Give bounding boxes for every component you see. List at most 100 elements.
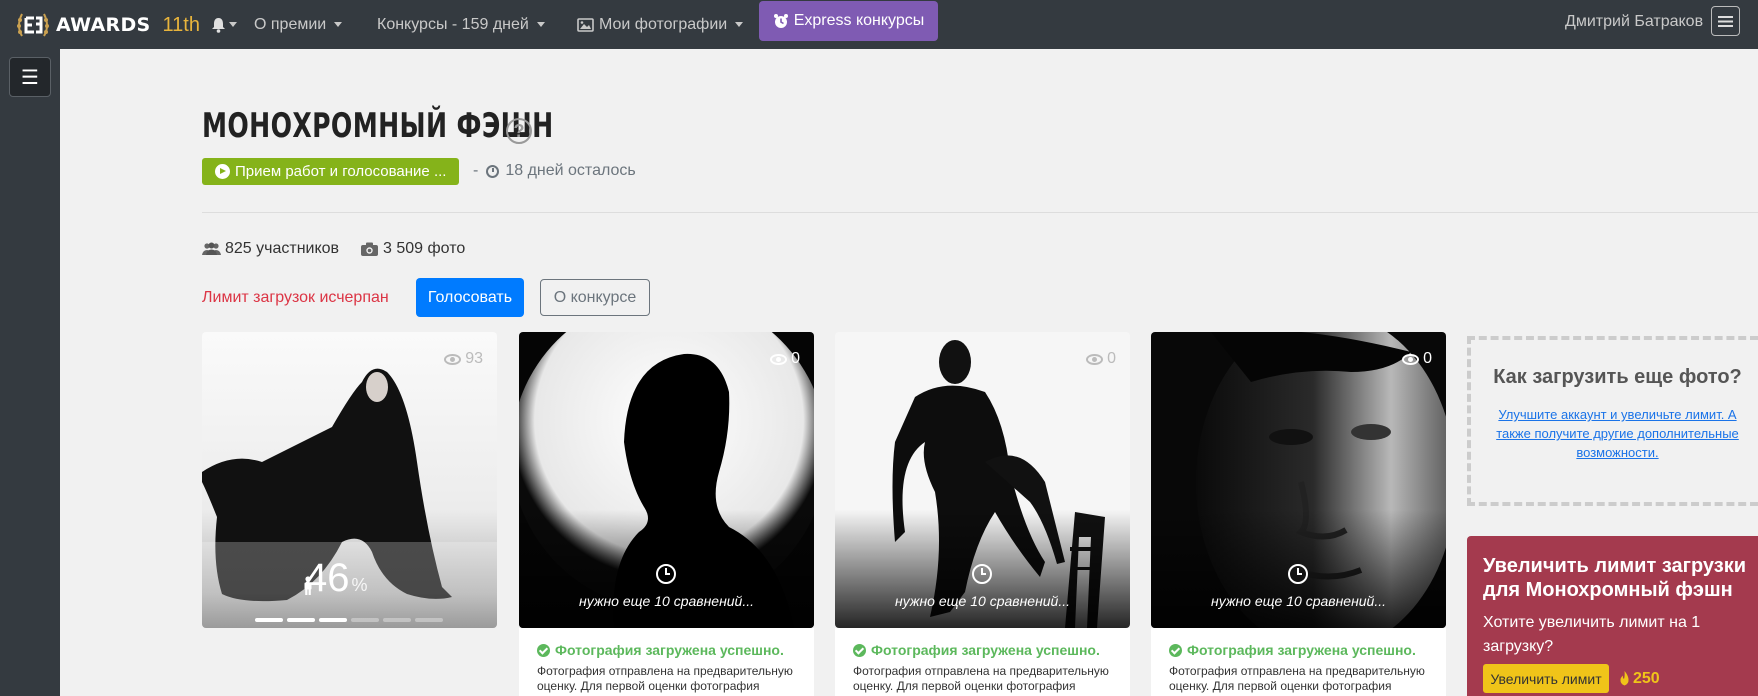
eye-icon	[1086, 353, 1104, 365]
pending-comparisons: нужно еще 10 сравнений...	[1210, 593, 1387, 609]
divider	[202, 212, 1758, 213]
promo-text: Хотите увеличить лимит на 1 загрузку?	[1483, 614, 1701, 655]
clock-icon	[972, 564, 992, 584]
express-label: Express конкурсы	[793, 12, 925, 29]
days-left-label: 18 дней осталось	[505, 162, 636, 179]
logo-edition: 11th	[162, 13, 200, 36]
upload-info-text: Фотография отправлена на предварительную…	[537, 664, 793, 693]
participants-label: 825 участников	[225, 240, 340, 257]
laurel-logo-icon	[14, 6, 52, 44]
bell-icon	[212, 17, 225, 33]
nav-label: О премии	[254, 15, 327, 33]
about-contest-button[interactable]: О конкурсе	[540, 279, 650, 316]
increase-limit-promo: Увеличить лимит загрузки для Монохромный…	[1467, 536, 1758, 696]
days-prefix: -	[473, 162, 479, 179]
views-value: 0	[791, 350, 800, 367]
success-label: Фотография загружена успешно.	[1187, 642, 1416, 658]
days-left: - 18 дней осталось	[473, 162, 636, 180]
pending-comparisons: нужно еще 10 сравнений...	[894, 593, 1071, 609]
site-logo[interactable]: AWARDS 11th	[14, 6, 200, 44]
eye-icon	[444, 353, 462, 365]
status-label: Прием работ и голосование ...	[235, 163, 447, 180]
progress-segment	[319, 618, 347, 622]
nav-label: Конкурсы - 159 дней	[377, 15, 529, 33]
clock-icon	[1288, 564, 1308, 584]
upload-success: Фотография загружена успешно.	[537, 642, 796, 658]
camera-icon	[361, 242, 378, 256]
photo-rating: 46%	[305, 556, 368, 601]
chevron-down-icon	[536, 22, 545, 27]
photo-upload-info: Фотография загружена успешно. Фотография…	[519, 628, 814, 696]
photo-card[interactable]: 0 нужно еще 10 сравнений...	[835, 332, 1130, 628]
sidebar-toggle-button[interactable]: ☰	[9, 57, 51, 97]
upload-limit-message: Лимит загрузок исчерпан	[202, 289, 389, 306]
increase-limit-button[interactable]: Увеличить лимит	[1483, 664, 1609, 693]
progress-segment	[287, 618, 315, 622]
view-count: 0	[770, 350, 800, 368]
check-circle-icon	[853, 643, 866, 657]
promo-actions: Увеличить лимит 250	[1483, 664, 1660, 693]
upload-success: Фотография загружена успешно.	[1169, 642, 1428, 658]
chevron-down-icon	[334, 22, 343, 27]
progress-segment	[255, 618, 283, 622]
left-sidebar: ☰	[0, 49, 60, 696]
upload-help-question: Как загрузить еще фото?	[1493, 366, 1742, 388]
pending-comparisons: нужно еще 10 сравнений...	[578, 593, 755, 609]
nav-my-photos[interactable]: Мои фотографии	[577, 0, 744, 49]
upload-more-help: Как загрузить еще фото? Улучшите аккаунт…	[1467, 336, 1758, 506]
views-value: 93	[465, 350, 483, 367]
play-circle-icon	[215, 164, 230, 179]
upload-info-text: Фотография отправлена на предварительную…	[1169, 664, 1425, 693]
upgrade-account-link[interactable]: Улучшите аккаунт и увеличьте лимит. А та…	[1485, 405, 1750, 462]
chevron-down-icon	[229, 22, 237, 27]
view-count: 0	[1402, 350, 1432, 368]
help-icon[interactable]: ?	[506, 118, 532, 144]
progress-segment	[415, 618, 443, 622]
nav-contests[interactable]: Конкурсы - 159 дней	[377, 0, 545, 49]
photos-count: 3 509 фото	[361, 240, 465, 258]
clock-icon	[656, 564, 676, 584]
chevron-down-icon	[735, 22, 744, 27]
nav-label: Мои фотографии	[599, 15, 728, 33]
hamburger-icon: ☰	[21, 66, 39, 89]
express-contests-button[interactable]: Express конкурсы	[759, 1, 938, 41]
views-value: 0	[1423, 350, 1432, 367]
views-value: 0	[1107, 350, 1116, 367]
user-name[interactable]: Дмитрий Батраков	[1565, 0, 1703, 43]
photo-upload-info: Фотография загружена успешно. Фотография…	[1151, 628, 1446, 696]
price: 250	[1619, 670, 1660, 688]
vote-button[interactable]: Голосовать	[416, 278, 524, 317]
upload-info-text: Фотография отправлена на предварительную…	[853, 664, 1109, 693]
flame-icon	[1620, 671, 1629, 686]
success-label: Фотография загружена успешно.	[871, 642, 1100, 658]
notifications-bell[interactable]	[211, 0, 237, 49]
rating-progress	[255, 618, 443, 622]
view-count: 93	[444, 350, 483, 368]
eye-icon	[1402, 353, 1420, 365]
photo-upload-info: Фотография загружена успешно. Фотография…	[835, 628, 1130, 696]
nav-about-award[interactable]: О премии	[254, 0, 343, 49]
photo-card[interactable]: 93 46%	[202, 332, 497, 628]
hamburger-icon	[1718, 15, 1733, 27]
photo-card[interactable]: 0 нужно еще 10 сравнений...	[1151, 332, 1446, 628]
eye-icon	[770, 353, 788, 365]
check-circle-icon	[537, 643, 550, 657]
progress-segment	[383, 618, 411, 622]
success-label: Фотография загружена успешно.	[555, 642, 784, 658]
alarm-clock-icon	[773, 14, 788, 28]
users-icon	[202, 242, 221, 255]
rating-unit: %	[351, 575, 368, 595]
photo-card[interactable]: 0 нужно еще 10 сравнений...	[519, 332, 814, 628]
top-navbar: AWARDS 11th О премии Конкурсы - 159 дней…	[0, 0, 1758, 49]
price-value: 250	[1633, 669, 1660, 687]
user-menu-button[interactable]	[1711, 6, 1740, 36]
check-circle-icon	[1169, 643, 1182, 657]
page-title: МОНОХРОМНЫЙ ФЭШН	[202, 106, 554, 146]
image-icon	[577, 17, 594, 32]
upload-success: Фотография загружена успешно.	[853, 642, 1112, 658]
logo-text: AWARDS	[56, 14, 151, 36]
participants-count: 825 участников	[202, 240, 339, 258]
status-badge: Прием работ и голосование ...	[202, 158, 459, 185]
view-count: 0	[1086, 350, 1116, 368]
progress-segment	[351, 618, 379, 622]
